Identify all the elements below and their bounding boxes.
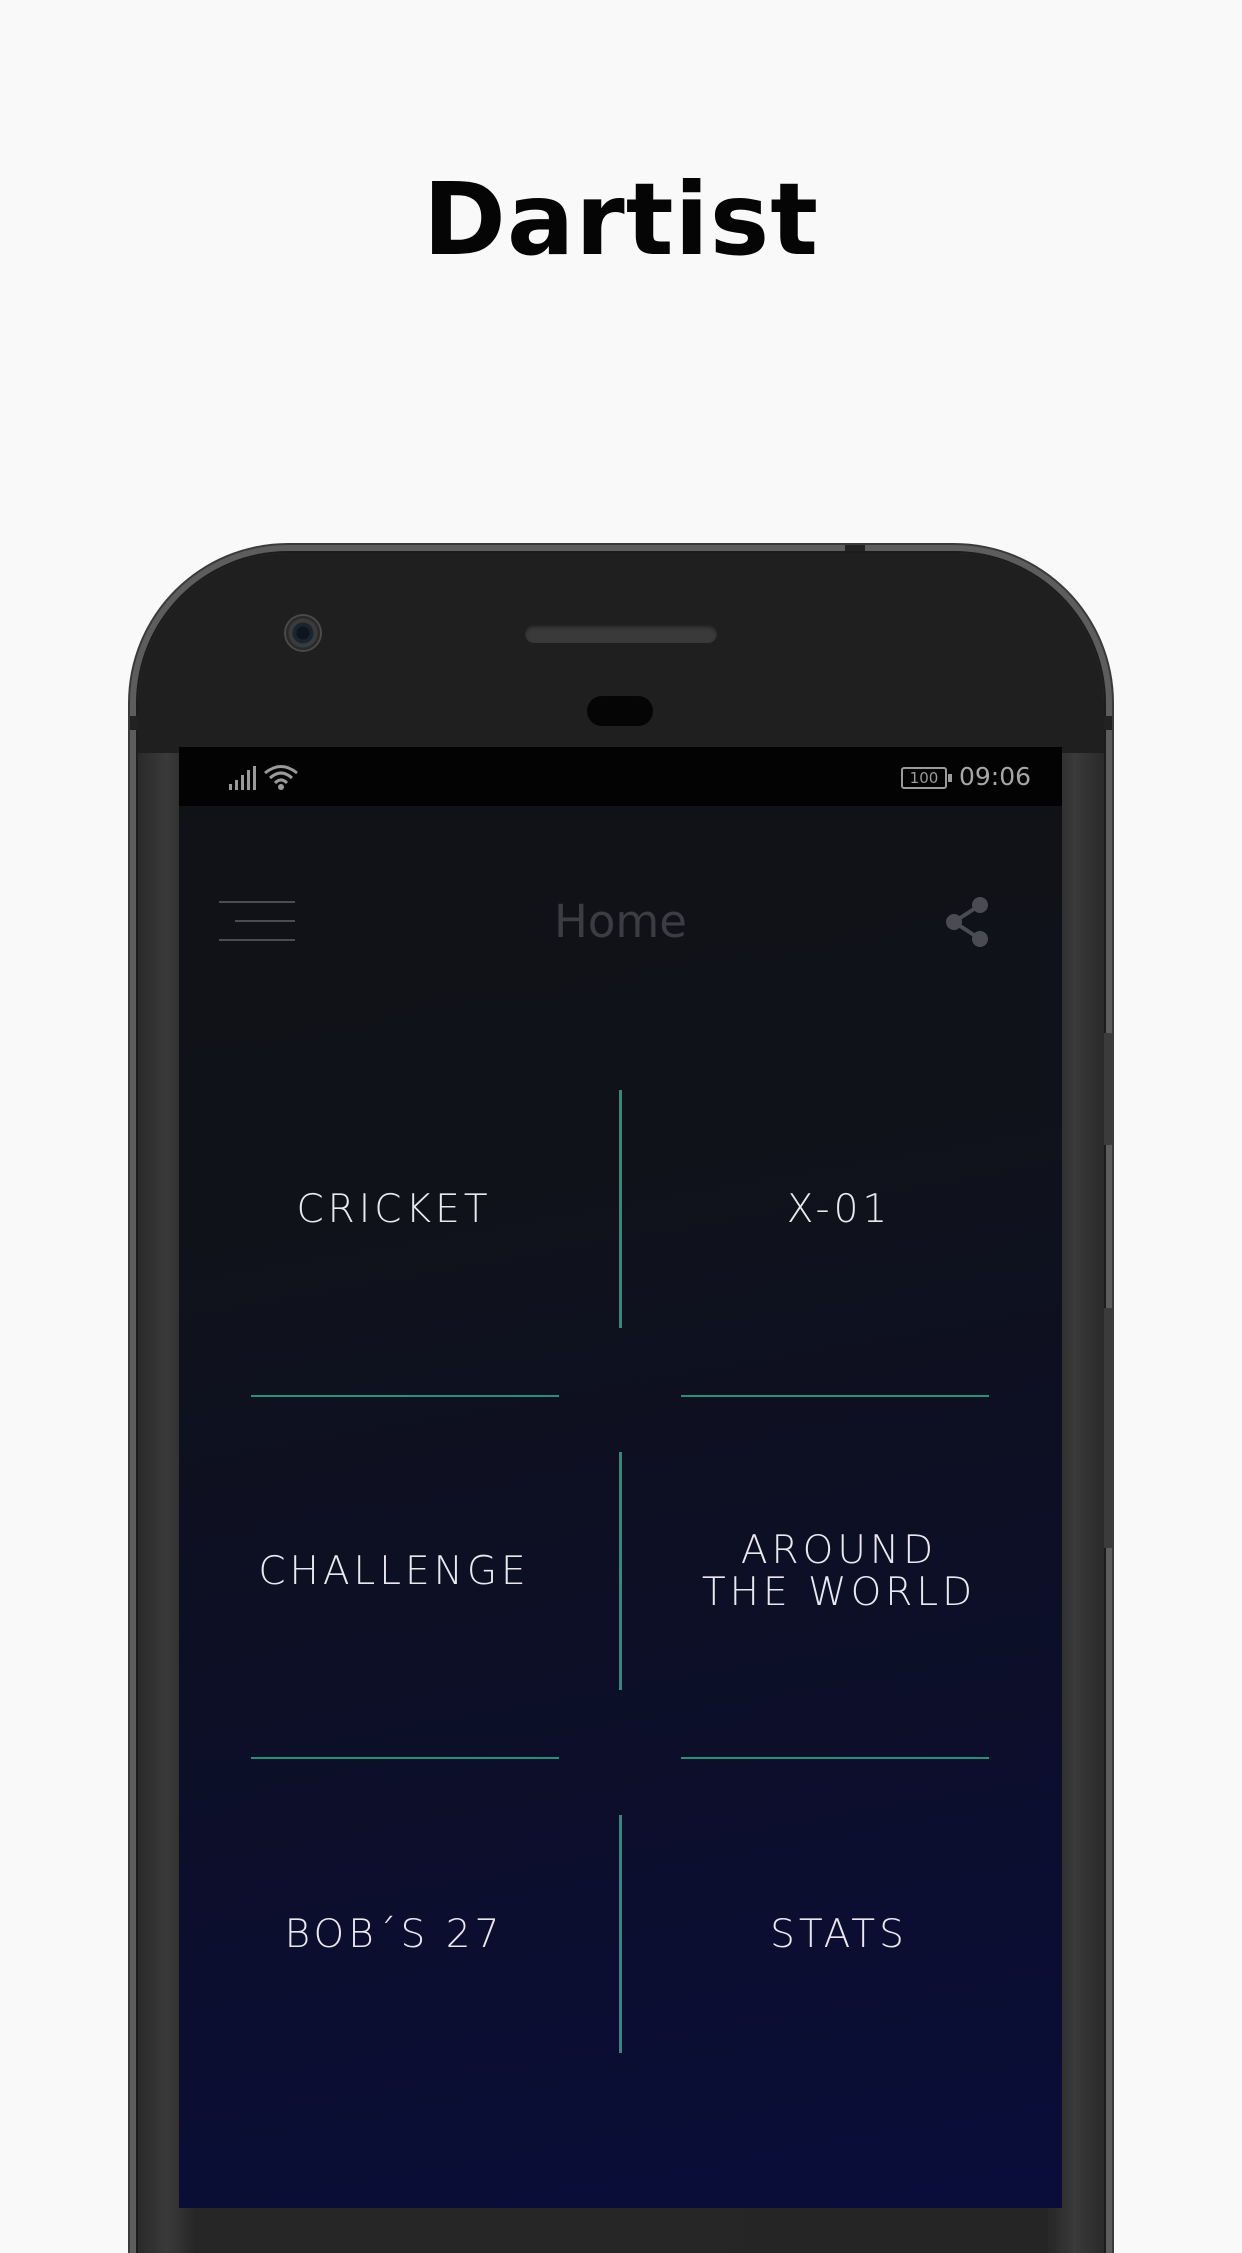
- battery-level: 100: [909, 769, 939, 787]
- share-icon[interactable]: [942, 896, 992, 948]
- proximity-sensor: [587, 696, 653, 726]
- menu-tile-x01[interactable]: X-01: [624, 1090, 1054, 1330]
- power-button: [1104, 1308, 1114, 1548]
- phone-frame: 100 09:06 Home CRICKET X-01 CHALLENGE AR…: [130, 545, 1114, 2253]
- camera-icon: [286, 616, 320, 650]
- signal-icon: [229, 766, 256, 790]
- app-screen: 100 09:06 Home CRICKET X-01 CHALLENGE AR…: [179, 747, 1062, 2208]
- grid-divider: [251, 1757, 559, 1759]
- menu-tile-bobs-27[interactable]: BOB´S 27: [179, 1815, 609, 2055]
- antenna-band: [845, 545, 865, 551]
- volume-button: [1104, 1033, 1114, 1145]
- status-time: 09:06: [959, 762, 1032, 791]
- grid-divider: [619, 1090, 622, 1328]
- menu-tile-stats[interactable]: STATS: [624, 1815, 1054, 2055]
- antenna-band: [130, 716, 138, 730]
- menu-tile-challenge[interactable]: CHALLENGE: [179, 1452, 609, 1692]
- status-bar: 100 09:06: [179, 747, 1062, 806]
- menu-tile-around-the-world[interactable]: AROUND THE WORLD: [624, 1452, 1054, 1692]
- antenna-band: [1104, 716, 1112, 730]
- earpiece-speaker: [525, 625, 717, 643]
- wifi-icon: [264, 765, 298, 790]
- menu-tile-cricket[interactable]: CRICKET: [179, 1090, 609, 1330]
- app-bar-title: Home: [554, 895, 687, 948]
- grid-divider: [251, 1395, 559, 1397]
- page-title: Dartist: [422, 161, 820, 278]
- grid-divider: [619, 1815, 622, 2053]
- grid-divider: [681, 1395, 989, 1397]
- grid-divider: [681, 1757, 989, 1759]
- grid-divider: [619, 1452, 622, 1690]
